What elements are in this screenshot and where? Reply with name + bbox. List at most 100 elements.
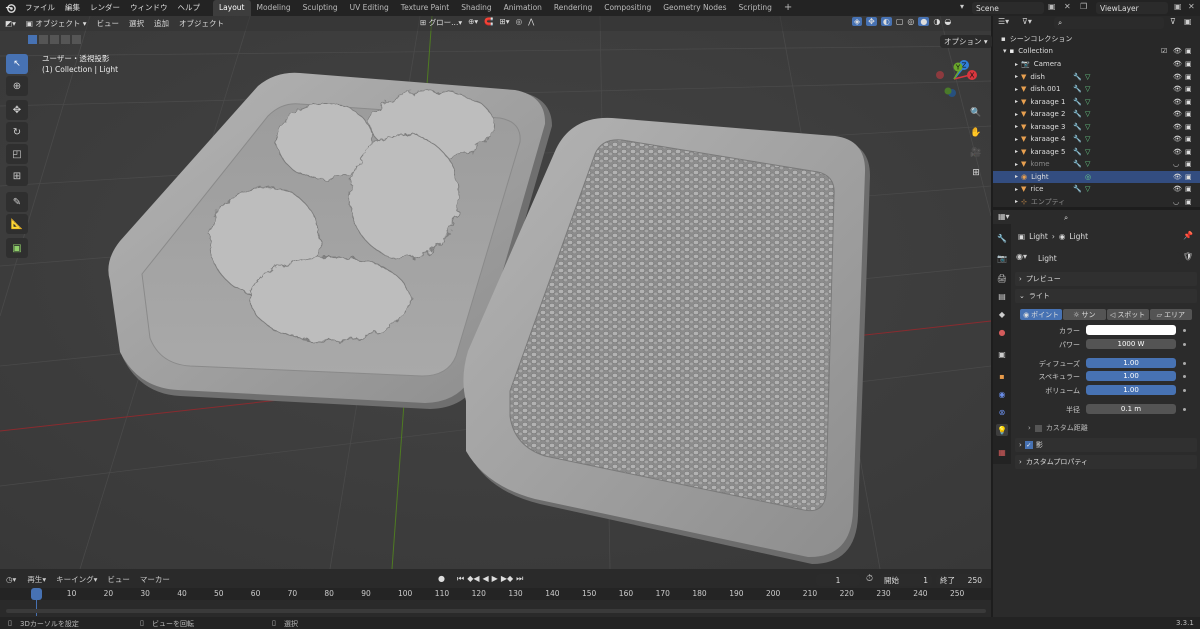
render-camera-icon[interactable]: ▣: [1185, 98, 1192, 106]
tab-sculpting[interactable]: Sculpting: [297, 0, 344, 16]
modifier-icon[interactable]: 🔧: [1073, 73, 1082, 81]
data-icon[interactable]: ▽: [1085, 135, 1090, 143]
marker-menu[interactable]: マーカー: [135, 574, 175, 585]
playhead[interactable]: [31, 588, 42, 600]
tab-geometry-nodes[interactable]: Geometry Nodes: [657, 0, 732, 16]
expand-arrow-icon[interactable]: ▸: [1015, 111, 1018, 118]
tab-texture-paint[interactable]: Texture Paint: [395, 0, 455, 16]
data-icon[interactable]: ▽: [1085, 160, 1090, 168]
diffuse-field[interactable]: 1.00: [1086, 358, 1176, 368]
modifier-icon[interactable]: 🔧: [1073, 98, 1082, 106]
volume-keyframe-dot[interactable]: [1183, 389, 1186, 392]
snap-icon[interactable]: 🧲: [484, 17, 493, 28]
perspective-grid-icon[interactable]: ⊞: [967, 164, 985, 182]
select-intersect-icon[interactable]: [72, 35, 81, 44]
fake-user-icon[interactable]: 🛡: [1183, 252, 1193, 261]
specular-field[interactable]: 1.00: [1086, 371, 1176, 381]
expand-arrow-icon[interactable]: ▸: [1015, 73, 1018, 80]
expand-arrow-icon[interactable]: ▸: [1015, 198, 1018, 205]
outliner-row-karaage-2[interactable]: ▸ ▼ karaage 2 🔧 ▽ 👁 ▣: [993, 108, 1200, 121]
properties-editor-icon[interactable]: ▦▾: [998, 212, 1010, 221]
options-button[interactable]: オプション ▾: [940, 35, 992, 48]
modifier-icon[interactable]: 🔧: [1073, 185, 1082, 193]
tool-annotate[interactable]: ✎: [6, 192, 28, 212]
delete-scene-icon[interactable]: ✕: [1064, 2, 1071, 11]
render-camera-icon[interactable]: ▣: [1185, 198, 1192, 206]
custom-distance-subpanel[interactable]: › カスタム距離: [1028, 423, 1088, 433]
menu-render[interactable]: レンダー: [85, 0, 125, 16]
navigation-gizmo[interactable]: Z X Y: [930, 55, 978, 103]
data-icon[interactable]: ▽: [1085, 85, 1090, 93]
preview-panel-header[interactable]: › プレビュー: [1015, 272, 1197, 286]
timeline-view-menu[interactable]: ビュー: [102, 574, 135, 585]
eye-icon[interactable]: 👁: [1173, 135, 1182, 143]
expand-arrow-icon[interactable]: ▸: [1015, 123, 1018, 130]
tool-scale[interactable]: ◰: [6, 144, 28, 164]
gizmo-neg-y[interactable]: [944, 87, 952, 95]
radius-field[interactable]: 0.1 m: [1086, 404, 1176, 414]
menu-window[interactable]: ウィンドウ: [125, 0, 173, 16]
data-icon[interactable]: ▽: [1085, 110, 1090, 118]
proportional-edit-icon[interactable]: ◎: [516, 17, 523, 28]
xray-icon[interactable]: ▢: [896, 17, 904, 26]
light-type-3[interactable]: ▱ エリア: [1149, 309, 1192, 320]
color-swatch[interactable]: [1086, 325, 1176, 335]
outliner-row-karaage-1[interactable]: ▸ ▼ karaage 1 🔧 ▽ 👁 ▣: [993, 96, 1200, 109]
menu-file[interactable]: ファイル: [20, 0, 60, 16]
shadow-checkbox[interactable]: ✓: [1024, 441, 1033, 449]
rendered-shading-icon[interactable]: ◒: [944, 17, 951, 26]
tab-scripting[interactable]: Scripting: [733, 0, 778, 16]
output-tab-icon[interactable]: 🖨: [996, 272, 1008, 284]
outliner-row-light[interactable]: ▸ ◉ Light ◎ 👁 ▣: [993, 170, 1200, 183]
view-layer-tab-icon[interactable]: ▤: [996, 290, 1008, 302]
collection-camera-icon[interactable]: ▣: [1185, 47, 1192, 55]
tab-modeling[interactable]: Modeling: [251, 0, 297, 16]
jump-start-icon[interactable]: ⏮: [457, 574, 464, 584]
tool-move[interactable]: ✥: [6, 100, 28, 120]
delete-view-layer-icon[interactable]: ✕: [1188, 2, 1195, 11]
add-menu[interactable]: 追加: [149, 18, 174, 29]
light-panel-header[interactable]: ⌄ ライト: [1015, 289, 1197, 303]
editor-type-icon[interactable]: ◩▾: [0, 19, 21, 28]
eye-icon[interactable]: 👁: [1173, 148, 1182, 156]
filter-icon[interactable]: ⊽▾: [1022, 17, 1032, 26]
specular-keyframe-dot[interactable]: [1183, 375, 1186, 378]
eye-icon[interactable]: 👁: [1173, 110, 1182, 118]
render-camera-icon[interactable]: ▣: [1185, 123, 1192, 131]
outliner-row-kome[interactable]: ▸ ▼ kome 🔧 ▽ ◡ ▣: [993, 158, 1200, 171]
render-camera-icon[interactable]: ▣: [1185, 85, 1192, 93]
shadow-panel-header[interactable]: › ✓ 影: [1015, 438, 1197, 452]
eye-icon[interactable]: 👁: [1173, 123, 1182, 131]
expand-arrow-icon[interactable]: ▸: [1015, 61, 1018, 68]
timeline-scrollbar[interactable]: [6, 609, 986, 613]
eye-icon[interactable]: 👁: [1173, 85, 1182, 93]
select-menu[interactable]: 選択: [124, 18, 149, 29]
scene-collection-row[interactable]: ▪ シーンコレクション: [993, 33, 1200, 46]
constraints-tab-icon[interactable]: ⊗: [996, 406, 1008, 418]
scene-tab-icon[interactable]: ◆: [996, 308, 1008, 320]
outliner-row-camera[interactable]: ▸ 📷 Camera 👁 ▣: [993, 58, 1200, 71]
expand-arrow-icon[interactable]: ▸: [1015, 98, 1018, 105]
outliner-editor-icon[interactable]: ☰▾: [998, 17, 1009, 26]
world-tab-icon[interactable]: ●: [996, 326, 1008, 338]
eye-icon[interactable]: 👁: [1173, 185, 1182, 193]
data-icon[interactable]: ▽: [1085, 148, 1090, 156]
tool-rotate[interactable]: ↻: [6, 122, 28, 142]
tool-measure[interactable]: 📐: [6, 214, 28, 234]
data-icon[interactable]: ▽: [1085, 73, 1090, 81]
snap-target-icon[interactable]: ⊞▾: [500, 17, 510, 28]
render-camera-icon[interactable]: ▣: [1185, 73, 1192, 81]
outliner-row-rice[interactable]: ▸ ▼ rice 🔧 ▽ 👁 ▣: [993, 183, 1200, 196]
texture-tab-icon[interactable]: ▦: [996, 446, 1008, 458]
select-new-icon[interactable]: [28, 35, 37, 44]
copy-view-layer-icon[interactable]: ▣: [1174, 2, 1182, 11]
outliner-row-karaage-4[interactable]: ▸ ▼ karaage 4 🔧 ▽ 👁 ▣: [993, 133, 1200, 146]
material-shading-icon[interactable]: ◑: [933, 17, 940, 26]
outliner-row-dish[interactable]: ▸ ▼ dish 🔧 ▽ 👁 ▣: [993, 71, 1200, 84]
expand-arrow-icon[interactable]: ▸: [1015, 86, 1018, 93]
prev-key-icon[interactable]: ◆◀: [467, 574, 479, 584]
render-tab-icon[interactable]: 📷: [996, 252, 1008, 264]
expand-arrow-icon[interactable]: ▸: [1015, 173, 1018, 180]
light-type-0[interactable]: ◉ ポイント: [1020, 309, 1063, 320]
physics-tab-icon[interactable]: ◉: [996, 388, 1008, 400]
